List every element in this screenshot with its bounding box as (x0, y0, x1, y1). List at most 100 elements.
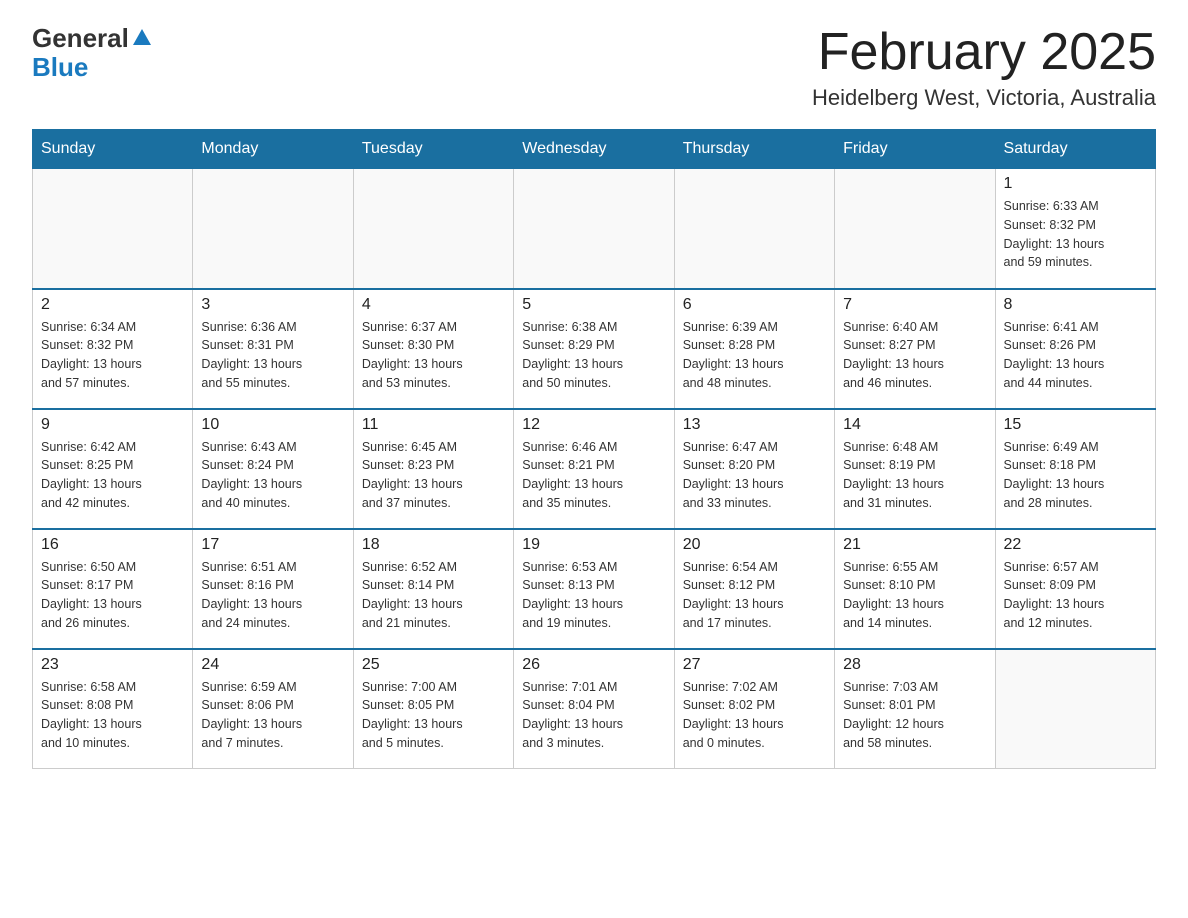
day-number: 12 (522, 416, 665, 434)
day-number: 9 (41, 416, 184, 434)
calendar-cell (514, 169, 674, 289)
header-row: SundayMondayTuesdayWednesdayThursdayFrid… (33, 130, 1156, 169)
calendar-cell: 9 Sunrise: 6:42 AM Sunset: 8:25 PM Daylig… (33, 409, 193, 529)
calendar-cell: 8 Sunrise: 6:41 AM Sunset: 8:26 PM Daylig… (995, 289, 1155, 409)
calendar-cell: 1 Sunrise: 6:33 AM Sunset: 8:32 PM Daylig… (995, 169, 1155, 289)
day-number: 24 (201, 656, 344, 674)
day-info: Sunrise: 6:48 AM Sunset: 8:19 PM Dayligh… (843, 438, 986, 513)
calendar-cell: 28 Sunrise: 7:03 AM Sunset: 8:01 PM Dayli… (835, 649, 995, 769)
calendar-cell: 17 Sunrise: 6:51 AM Sunset: 8:16 PM Dayli… (193, 529, 353, 649)
day-info: Sunrise: 6:33 AM Sunset: 8:32 PM Dayligh… (1004, 197, 1147, 272)
calendar-cell (674, 169, 834, 289)
calendar-cell: 3Sunrise: 6:36 AM Sunset: 8:31 PM Daylig… (193, 289, 353, 409)
day-info: Sunrise: 6:41 AM Sunset: 8:26 PM Dayligh… (1004, 318, 1147, 393)
day-info: Sunrise: 6:53 AM Sunset: 8:13 PM Dayligh… (522, 558, 665, 633)
day-info: Sunrise: 6:47 AM Sunset: 8:20 PM Dayligh… (683, 438, 826, 513)
day-info: Sunrise: 6:49 AM Sunset: 8:18 PM Dayligh… (1004, 438, 1147, 513)
calendar-cell: 25Sunrise: 7:00 AM Sunset: 8:05 PM Dayli… (353, 649, 513, 769)
calendar-cell (353, 169, 513, 289)
calendar-cell: 2 Sunrise: 6:34 AM Sunset: 8:32 PM Daylig… (33, 289, 193, 409)
day-number: 11 (362, 416, 505, 434)
calendar-cell: 13 Sunrise: 6:47 AM Sunset: 8:20 PM Dayli… (674, 409, 834, 529)
day-info: Sunrise: 6:38 AM Sunset: 8:29 PM Dayligh… (522, 318, 665, 393)
calendar-cell: 27 Sunrise: 7:02 AM Sunset: 8:02 PM Dayli… (674, 649, 834, 769)
day-info: Sunrise: 6:42 AM Sunset: 8:25 PM Dayligh… (41, 438, 184, 513)
week-row-5: 23 Sunrise: 6:58 AM Sunset: 8:08 PM Dayli… (33, 649, 1156, 769)
day-number: 7 (843, 296, 986, 314)
logo-general-text: General (32, 24, 129, 53)
calendar-cell (33, 169, 193, 289)
calendar-subtitle: Heidelberg West, Victoria, Australia (812, 85, 1156, 111)
calendar-cell (835, 169, 995, 289)
header-friday: Friday (835, 130, 995, 169)
day-number: 6 (683, 296, 826, 314)
calendar-cell: 26 Sunrise: 7:01 AM Sunset: 8:04 PM Dayli… (514, 649, 674, 769)
calendar-table: SundayMondayTuesdayWednesdayThursdayFrid… (32, 129, 1156, 769)
day-info: Sunrise: 7:01 AM Sunset: 8:04 PM Dayligh… (522, 678, 665, 753)
calendar-cell: 4Sunrise: 6:37 AM Sunset: 8:30 PM Daylig… (353, 289, 513, 409)
calendar-cell: 14Sunrise: 6:48 AM Sunset: 8:19 PM Dayli… (835, 409, 995, 529)
calendar-cell: 21Sunrise: 6:55 AM Sunset: 8:10 PM Dayli… (835, 529, 995, 649)
week-row-4: 16Sunrise: 6:50 AM Sunset: 8:17 PM Dayli… (33, 529, 1156, 649)
day-number: 26 (522, 656, 665, 674)
calendar-cell (995, 649, 1155, 769)
calendar-cell: 11 Sunrise: 6:45 AM Sunset: 8:23 PM Dayli… (353, 409, 513, 529)
calendar-cell: 7 Sunrise: 6:40 AM Sunset: 8:27 PM Daylig… (835, 289, 995, 409)
header-saturday: Saturday (995, 130, 1155, 169)
header-thursday: Thursday (674, 130, 834, 169)
week-row-2: 2 Sunrise: 6:34 AM Sunset: 8:32 PM Daylig… (33, 289, 1156, 409)
calendar-cell: 12 Sunrise: 6:46 AM Sunset: 8:21 PM Dayli… (514, 409, 674, 529)
day-number: 17 (201, 536, 344, 554)
day-info: Sunrise: 6:40 AM Sunset: 8:27 PM Dayligh… (843, 318, 986, 393)
day-info: Sunrise: 6:36 AM Sunset: 8:31 PM Dayligh… (201, 318, 344, 393)
day-info: Sunrise: 6:55 AM Sunset: 8:10 PM Dayligh… (843, 558, 986, 633)
week-row-1: 1 Sunrise: 6:33 AM Sunset: 8:32 PM Daylig… (33, 169, 1156, 289)
day-number: 13 (683, 416, 826, 434)
calendar-cell: 24 Sunrise: 6:59 AM Sunset: 8:06 PM Dayli… (193, 649, 353, 769)
calendar-cell: 22Sunrise: 6:57 AM Sunset: 8:09 PM Dayli… (995, 529, 1155, 649)
header-tuesday: Tuesday (353, 130, 513, 169)
calendar-cell: 20 Sunrise: 6:54 AM Sunset: 8:12 PM Dayli… (674, 529, 834, 649)
page-header: General Blue February 2025 Heidelberg We… (32, 24, 1156, 111)
day-number: 27 (683, 656, 826, 674)
calendar-cell: 10 Sunrise: 6:43 AM Sunset: 8:24 PM Dayli… (193, 409, 353, 529)
day-number: 19 (522, 536, 665, 554)
day-number: 15 (1004, 416, 1147, 434)
day-info: Sunrise: 6:46 AM Sunset: 8:21 PM Dayligh… (522, 438, 665, 513)
day-info: Sunrise: 7:02 AM Sunset: 8:02 PM Dayligh… (683, 678, 826, 753)
day-number: 23 (41, 656, 184, 674)
day-info: Sunrise: 6:50 AM Sunset: 8:17 PM Dayligh… (41, 558, 184, 633)
day-number: 28 (843, 656, 986, 674)
day-info: Sunrise: 7:03 AM Sunset: 8:01 PM Dayligh… (843, 678, 986, 753)
day-number: 8 (1004, 296, 1147, 314)
day-number: 18 (362, 536, 505, 554)
header-wednesday: Wednesday (514, 130, 674, 169)
calendar-title: February 2025 (812, 24, 1156, 81)
day-info: Sunrise: 6:39 AM Sunset: 8:28 PM Dayligh… (683, 318, 826, 393)
day-number: 10 (201, 416, 344, 434)
calendar-cell (193, 169, 353, 289)
day-info: Sunrise: 6:34 AM Sunset: 8:32 PM Dayligh… (41, 318, 184, 393)
day-number: 4 (362, 296, 505, 314)
header-monday: Monday (193, 130, 353, 169)
day-number: 22 (1004, 536, 1147, 554)
day-info: Sunrise: 6:52 AM Sunset: 8:14 PM Dayligh… (362, 558, 505, 633)
day-info: Sunrise: 6:54 AM Sunset: 8:12 PM Dayligh… (683, 558, 826, 633)
day-info: Sunrise: 6:51 AM Sunset: 8:16 PM Dayligh… (201, 558, 344, 633)
day-number: 1 (1004, 175, 1147, 193)
day-info: Sunrise: 6:59 AM Sunset: 8:06 PM Dayligh… (201, 678, 344, 753)
week-row-3: 9 Sunrise: 6:42 AM Sunset: 8:25 PM Daylig… (33, 409, 1156, 529)
day-number: 2 (41, 296, 184, 314)
logo: General Blue (32, 24, 153, 81)
day-info: Sunrise: 6:43 AM Sunset: 8:24 PM Dayligh… (201, 438, 344, 513)
calendar-cell: 5Sunrise: 6:38 AM Sunset: 8:29 PM Daylig… (514, 289, 674, 409)
day-info: Sunrise: 6:58 AM Sunset: 8:08 PM Dayligh… (41, 678, 184, 753)
calendar-cell: 6 Sunrise: 6:39 AM Sunset: 8:28 PM Daylig… (674, 289, 834, 409)
title-section: February 2025 Heidelberg West, Victoria,… (812, 24, 1156, 111)
calendar-cell: 19 Sunrise: 6:53 AM Sunset: 8:13 PM Dayli… (514, 529, 674, 649)
header-sunday: Sunday (33, 130, 193, 169)
calendar-cell: 15 Sunrise: 6:49 AM Sunset: 8:18 PM Dayli… (995, 409, 1155, 529)
day-number: 20 (683, 536, 826, 554)
day-info: Sunrise: 6:45 AM Sunset: 8:23 PM Dayligh… (362, 438, 505, 513)
calendar-cell: 23 Sunrise: 6:58 AM Sunset: 8:08 PM Dayli… (33, 649, 193, 769)
